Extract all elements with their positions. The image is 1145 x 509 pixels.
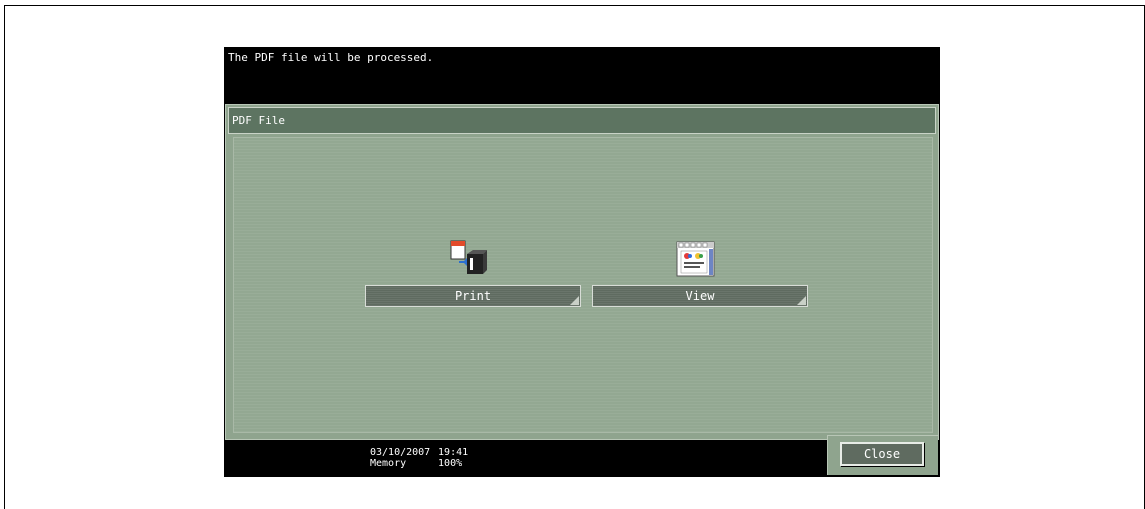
pdf-file-dialog: PDF File Print View [225,104,939,440]
close-tab: Close [827,435,938,475]
memory-value: 100% [438,458,463,469]
print-button[interactable]: Print [365,285,581,307]
memory-label: Memory [370,458,407,469]
view-icon [676,241,716,277]
message-text: The PDF file will be processed. [228,51,434,64]
dialog-body: Print View [233,137,933,433]
view-button[interactable]: View [592,285,808,307]
status-area: 03/10/2007 19:41 Memory 100% [370,447,468,469]
status-time: 19:41 [438,447,469,458]
control-panel-screen: The PDF file will be processed. PDF File [224,47,940,477]
status-date: 03/10/2007 [370,447,431,458]
close-button[interactable]: Close [840,442,924,466]
print-icon [449,240,489,276]
dialog-title: PDF File [228,107,936,134]
